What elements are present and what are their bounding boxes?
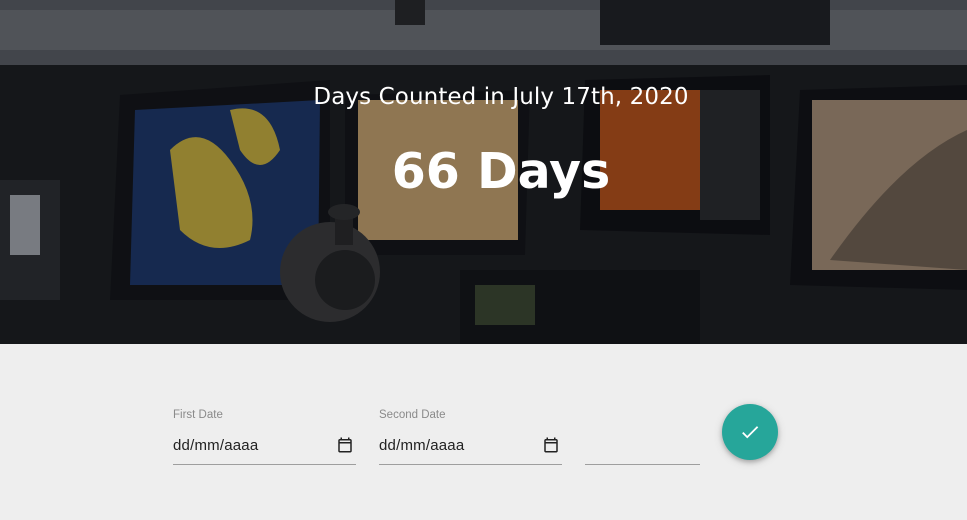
first-date-value: dd/mm/aaaa	[173, 437, 259, 454]
hero-subtitle: Days Counted in July 17th, 2020	[313, 84, 689, 110]
first-date-label: First Date	[173, 409, 223, 421]
second-date-input[interactable]: dd/mm/aaaa	[379, 431, 562, 465]
hero-banner: Days Counted in July 17th, 2020 66 Days	[0, 0, 967, 344]
date-form: First Date dd/mm/aaaa Second Date dd/mm/…	[0, 344, 967, 520]
calendar-icon[interactable]	[542, 436, 560, 454]
first-date-field: First Date dd/mm/aaaa	[173, 407, 356, 465]
second-date-field: Second Date dd/mm/aaaa	[379, 407, 562, 465]
hero-title: 66 Days	[391, 143, 611, 200]
submit-button[interactable]	[722, 404, 778, 460]
second-date-label: Second Date	[379, 409, 446, 421]
result-input[interactable]	[585, 440, 700, 465]
second-date-value: dd/mm/aaaa	[379, 437, 465, 454]
first-date-input[interactable]: dd/mm/aaaa	[173, 431, 356, 465]
check-icon	[742, 426, 759, 439]
calendar-icon[interactable]	[336, 436, 354, 454]
